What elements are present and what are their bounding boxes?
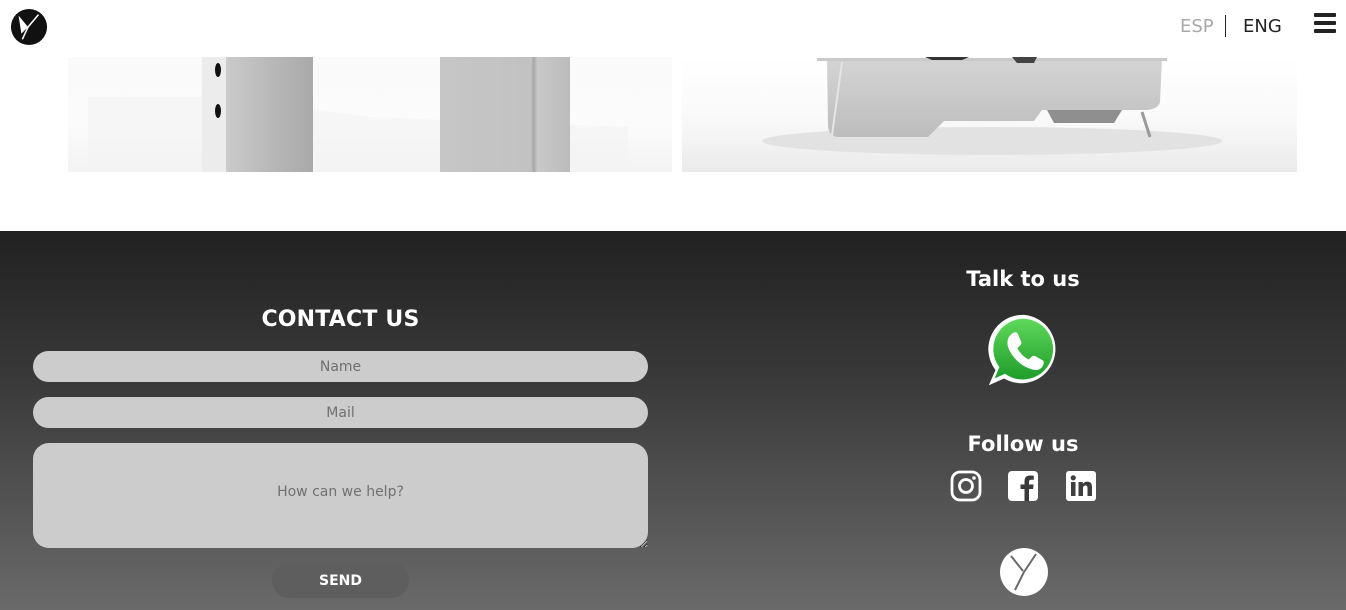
language-esp-link[interactable]: ESP: [1180, 16, 1214, 38]
language-eng-link[interactable]: ENG: [1243, 16, 1282, 38]
follow-us-heading: Follow us: [967, 432, 1079, 456]
menu-bar: [1314, 13, 1336, 17]
product-image-left: [68, 57, 672, 172]
product-grill-illustration: [762, 57, 1222, 155]
product-columns-illustration: [88, 57, 628, 172]
language-divider: [1225, 15, 1226, 37]
site-header: ESP ENG: [0, 0, 1346, 57]
mail-input[interactable]: [33, 397, 648, 428]
message-textarea[interactable]: [33, 443, 648, 548]
footer-brand-logo-icon: [1000, 548, 1048, 596]
product-image-right: [682, 57, 1297, 172]
contact-us-heading: CONTACT US: [261, 307, 420, 332]
talk-to-us-heading: Talk to us: [966, 267, 1080, 291]
instagram-icon[interactable]: [950, 470, 982, 502]
hamburger-menu-icon[interactable]: [1314, 13, 1336, 33]
menu-bar: [1314, 21, 1336, 25]
site-footer: CONTACT US SEND Talk to us Follow us: [0, 231, 1346, 610]
name-input[interactable]: [33, 351, 648, 382]
menu-bar: [1314, 29, 1336, 33]
facebook-icon[interactable]: [1007, 470, 1039, 502]
brand-logo-icon[interactable]: [10, 8, 48, 46]
send-button[interactable]: SEND: [272, 563, 409, 598]
linkedin-icon[interactable]: [1065, 470, 1097, 502]
whatsapp-icon[interactable]: [986, 313, 1062, 389]
